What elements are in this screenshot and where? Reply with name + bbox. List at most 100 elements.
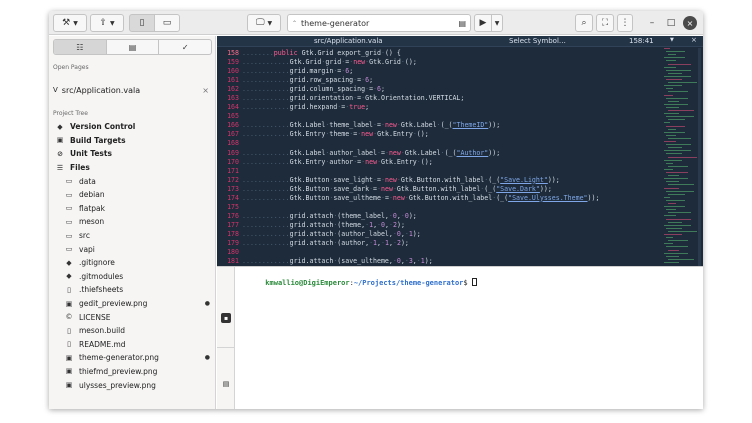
maximize-button[interactable]: □ xyxy=(664,16,678,30)
code-line[interactable]: 169 ............Gtk.Label·author_label·=·… xyxy=(217,149,662,158)
run-button[interactable]: ▶ xyxy=(474,14,492,32)
line-number: 170 xyxy=(227,157,239,166)
close-icon[interactable]: × xyxy=(691,36,697,44)
tree-item-file[interactable]: ▣ theme-generator.png ● xyxy=(49,351,215,365)
code-line[interactable]: 177 ............grid.attach·(theme,·1,·0,… xyxy=(217,221,662,230)
code-line[interactable]: 181 ............grid.attach·(save_ultheme… xyxy=(217,257,662,266)
tree-item-file[interactable]: ▭ vapi xyxy=(49,242,215,256)
minimap-line xyxy=(666,79,682,80)
terminal-tab-button[interactable]: ▪ xyxy=(221,313,231,323)
code-line[interactable]: 162 ............grid.column_spacing·=·6; xyxy=(217,85,662,94)
tree-item-file[interactable]: © LICENSE xyxy=(49,310,215,324)
code-line[interactable]: 160 ............grid.margin·=·6; xyxy=(217,67,662,76)
tree-item-file[interactable]: ◆ .gitmodules xyxy=(49,270,215,284)
terminal-prompt: $ xyxy=(463,279,472,287)
code-line[interactable]: 170 ............Gtk.Entry·author·=·new·Gt… xyxy=(217,158,662,167)
minimap-line xyxy=(664,261,679,263)
minimap-line xyxy=(664,103,688,105)
tree-item-file[interactable]: ▭ meson xyxy=(49,215,215,229)
tree-item-unit-tests[interactable]: ⊘ Unit Tests xyxy=(49,147,215,161)
toggle-sidebar-button[interactable]: ▯ xyxy=(129,14,155,32)
search-button[interactable]: ⌕ xyxy=(575,14,593,32)
deploy-menu-button[interactable]: ⇧ ▼ xyxy=(90,14,124,32)
tree-item-file[interactable]: ▯ .thiefsheets xyxy=(49,283,215,297)
code-line[interactable]: 178 ............grid.attach·(author_label… xyxy=(217,230,662,239)
tree-item-file[interactable]: ▣ ulysses_preview.png xyxy=(49,378,215,392)
build-menu-button[interactable]: ⚒ ▼ xyxy=(53,14,87,32)
document-title[interactable]: src/Application.vala xyxy=(314,37,383,45)
minimap-line xyxy=(668,193,685,195)
minimap-line xyxy=(668,137,691,139)
tab-todo[interactable]: ✓ xyxy=(159,40,211,54)
tab-project-tree[interactable]: ☷ xyxy=(54,40,107,54)
tree-item-version-control[interactable]: ◆ Version Control xyxy=(49,120,215,134)
code-line[interactable]: 179 ............grid.attach·(author,·1,·1… xyxy=(217,239,662,248)
build-log-icon[interactable]: ▤ xyxy=(458,19,466,28)
open-page-item[interactable]: V src/Application.vala × xyxy=(49,83,215,97)
code-view[interactable]: 158 ........public Gtk.Grid export_grid·(… xyxy=(217,49,662,266)
minimap-line xyxy=(668,72,682,74)
code-token: grid.attach xyxy=(289,238,334,247)
tree-item-build-targets[interactable]: ▣ Build Targets xyxy=(49,134,215,148)
minimap-line xyxy=(668,165,688,167)
code-token: )); xyxy=(539,184,552,193)
minimize-button[interactable]: – xyxy=(645,16,659,30)
tree-item-file[interactable]: ▣ gedit_preview.png ● xyxy=(49,297,215,311)
code-line[interactable]: 167 ............Gtk.Entry·theme·=·new·Gtk… xyxy=(217,130,662,139)
tree-item-files[interactable]: ☰ Files xyxy=(49,161,215,175)
minimap-line xyxy=(664,215,676,217)
line-number: 163 xyxy=(227,94,239,103)
tree-item-label: thiefmd_preview.png xyxy=(79,366,158,376)
code-editor[interactable]: src/Application.vala Select Symbol… 158:… xyxy=(217,36,703,266)
code-line[interactable]: 164 ............grid.hexpand·=·true; xyxy=(217,103,662,112)
minimap-line xyxy=(666,134,676,136)
panel-switcher: ▪ ▤ xyxy=(217,267,235,409)
close-button[interactable]: × xyxy=(683,16,697,30)
tree-item-file[interactable]: ◆ .gitignore xyxy=(49,256,215,270)
code-line[interactable]: 172 ............Gtk.Button·save_light·=·n… xyxy=(217,176,662,185)
build-output-tab-button[interactable]: ▤ xyxy=(221,379,231,389)
tree-item-file[interactable]: ▣ thiefmd_preview.png xyxy=(49,365,215,379)
code-line[interactable]: 163 ............grid.orientation·=·Gtk.Or… xyxy=(217,94,662,103)
device-menu-button[interactable]: 🖵 ▼ xyxy=(247,14,281,32)
code-token: Gtk.Grid xyxy=(289,58,322,67)
tree-item-file[interactable]: ▭ flatpak xyxy=(49,202,215,216)
minimap-line xyxy=(666,199,685,201)
tab-build[interactable]: ▤ xyxy=(107,40,160,54)
code-line[interactable]: 159 ............Gtk.Grid·grid·=·new·Gtk.G… xyxy=(217,58,662,67)
tree-item-file[interactable]: ▯ README.md xyxy=(49,338,215,352)
code-line[interactable]: 158 ........public Gtk.Grid export_grid·(… xyxy=(217,49,662,58)
code-line[interactable]: 180 xyxy=(217,248,662,257)
code-line[interactable]: 176 ............grid.attach·(theme_label,… xyxy=(217,212,662,221)
editor-scrollbar[interactable] xyxy=(698,48,701,266)
chevron-down-icon[interactable]: ▼ xyxy=(670,37,674,43)
code-token: ); xyxy=(400,238,409,247)
code-line[interactable]: 161 ............grid.row_spacing·=·6; xyxy=(217,76,662,85)
toggle-panel-button[interactable]: ▭ xyxy=(154,14,180,32)
code-line[interactable]: 168 xyxy=(217,139,662,148)
image-icon: ▣ xyxy=(65,381,73,390)
tree-item-file[interactable]: ▯ meson.build xyxy=(49,324,215,338)
close-icon[interactable]: × xyxy=(202,86,209,95)
code-line[interactable]: 174 ............Gtk.Button·save_ultheme·=… xyxy=(217,194,662,203)
fullscreen-button[interactable]: ⛶ xyxy=(596,14,614,32)
code-line[interactable]: 173 ............Gtk.Button·save_dark·=·ne… xyxy=(217,185,662,194)
code-token: theme_label xyxy=(329,121,374,130)
code-line[interactable]: 171 xyxy=(217,167,662,176)
symbol-selector[interactable]: Select Symbol… xyxy=(509,37,566,45)
code-token: public xyxy=(273,49,298,57)
code-line[interactable]: 175 xyxy=(217,203,662,212)
minimap[interactable] xyxy=(662,48,697,266)
code-token: grid.row_spacing xyxy=(289,76,354,85)
main-menu-button[interactable]: ⋮ xyxy=(617,14,633,32)
code-token: )); xyxy=(488,148,501,157)
code-line[interactable]: 166 ............Gtk.Label·theme_label·=·n… xyxy=(217,121,662,130)
terminal-output[interactable]: kmwallio@DigiEmperor:~/Projects/theme-ge… xyxy=(240,270,477,295)
code-token: grid.attach xyxy=(289,229,334,238)
tree-item-file[interactable]: ▭ debian xyxy=(49,188,215,202)
tree-item-file[interactable]: ▭ data xyxy=(49,174,215,188)
run-options-button[interactable]: ▼ xyxy=(491,14,503,32)
tree-item-file[interactable]: ▭ src xyxy=(49,229,215,243)
code-line[interactable]: 165 xyxy=(217,112,662,121)
project-search-entry[interactable]: ⌃ theme-generator ▤ xyxy=(287,14,471,32)
